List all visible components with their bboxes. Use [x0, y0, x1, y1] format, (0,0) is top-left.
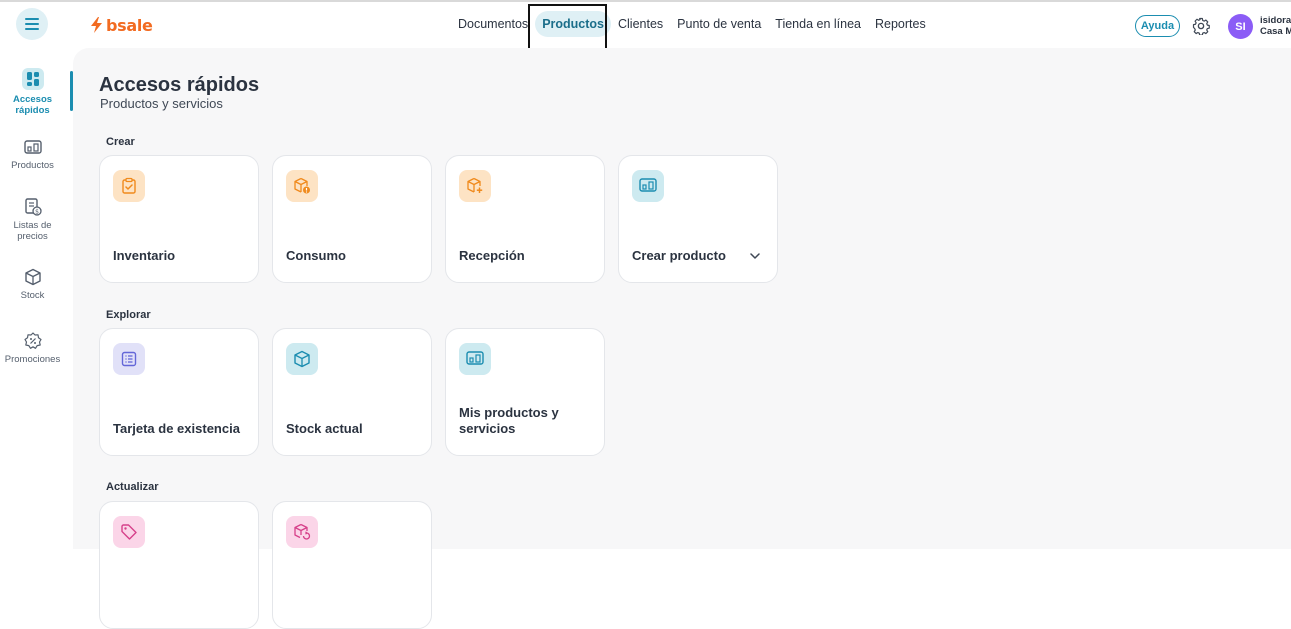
products-icon	[632, 170, 664, 202]
nav-productos[interactable]: Productos	[535, 11, 611, 37]
page-subtitle: Productos y servicios	[100, 96, 223, 111]
sidebar-label: Stock	[20, 290, 45, 301]
user-info[interactable]: isidora Casa M	[1260, 15, 1291, 37]
card-label: Tarjeta de existencia	[113, 421, 240, 436]
bsale-logo-icon	[91, 17, 102, 33]
list-card-icon	[113, 343, 145, 375]
sidebar-label: Promociones	[4, 354, 61, 365]
page-title: Accesos rápidos	[99, 74, 260, 96]
nav-clientes[interactable]: Clientes	[611, 11, 670, 37]
sidebar-label: Listas de precios	[13, 220, 52, 242]
card-actualizar-precios[interactable]	[99, 501, 259, 629]
box-plus-icon	[459, 170, 491, 202]
box-icon	[286, 343, 318, 375]
card-crear-producto[interactable]: Crear producto	[618, 155, 778, 283]
sidebar-item-listas-de-precios[interactable]: $ Listas de precios	[0, 198, 65, 242]
card-label: Recepción	[459, 248, 525, 263]
card-recepcion[interactable]: Recepción	[445, 155, 605, 283]
sidebar-item-productos[interactable]: Productos	[0, 140, 65, 171]
card-tarjeta-de-existencia[interactable]: Tarjeta de existencia	[99, 328, 259, 456]
sidebar-item-stock[interactable]: Stock	[0, 268, 65, 301]
user-name: isidora	[1260, 15, 1291, 26]
sidebar-item-promociones[interactable]: Promociones	[0, 332, 65, 365]
sidebar-label: Accesos rápidos	[12, 94, 53, 116]
nav-reportes[interactable]: Reportes	[868, 11, 933, 37]
nav-punto-de-venta[interactable]: Punto de venta	[670, 11, 768, 37]
box-refresh-icon	[286, 516, 318, 548]
bsale-logo[interactable]: bsale	[90, 13, 153, 37]
hamburger-menu-button[interactable]	[16, 8, 48, 40]
card-label: Mis productos y servicios	[459, 405, 559, 436]
card-stock-actual[interactable]: Stock actual	[272, 328, 432, 456]
dashboard-icon	[21, 68, 44, 90]
card-mis-productos-y-servicios[interactable]: Mis productos y servicios	[445, 328, 605, 456]
card-label: Inventario	[113, 248, 176, 263]
card-inventario[interactable]: Inventario	[99, 155, 259, 283]
card-label: Consumo	[286, 248, 346, 263]
gear-icon[interactable]	[1192, 17, 1210, 35]
nav-documentos[interactable]: Documentos	[451, 11, 535, 37]
logo-text: bsale	[106, 15, 153, 35]
box-icon	[24, 268, 41, 286]
sidebar-label: Productos	[11, 160, 54, 171]
chevron-down-icon[interactable]	[749, 250, 761, 262]
left-sidebar: Accesos rápidos Productos $ Listas de pr…	[0, 48, 73, 549]
top-header: bsale Documentos Productos Clientes Punt…	[0, 2, 1291, 48]
card-actualizar-stock[interactable]	[272, 501, 432, 629]
box-alert-icon	[286, 170, 318, 202]
help-button[interactable]: Ayuda	[1135, 15, 1180, 37]
hamburger-icon	[25, 18, 39, 30]
section-label-crear: Crear	[106, 136, 135, 148]
nav-tienda-en-linea[interactable]: Tienda en línea	[768, 11, 868, 37]
card-label: Stock actual	[286, 421, 363, 436]
card-consumo[interactable]: Consumo	[272, 155, 432, 283]
products-icon	[459, 343, 491, 375]
main-content: Accesos rápidos Productos y servicios Cr…	[73, 48, 1291, 629]
svg-text:$: $	[35, 208, 39, 215]
sidebar-item-accesos-rapidos[interactable]: Accesos rápidos	[0, 68, 65, 116]
user-avatar[interactable]: SI	[1228, 14, 1253, 39]
discount-badge-icon	[23, 332, 42, 349]
tag-icon	[113, 516, 145, 548]
section-label-actualizar: Actualizar	[106, 481, 159, 493]
price-list-icon: $	[24, 198, 42, 216]
clipboard-check-icon	[113, 170, 145, 202]
section-label-explorar: Explorar	[106, 309, 151, 321]
top-navigation: Documentos Productos Clientes Punto de v…	[451, 10, 933, 38]
products-icon	[23, 140, 42, 154]
user-company: Casa M	[1260, 26, 1291, 37]
card-label: Crear producto	[632, 248, 726, 263]
